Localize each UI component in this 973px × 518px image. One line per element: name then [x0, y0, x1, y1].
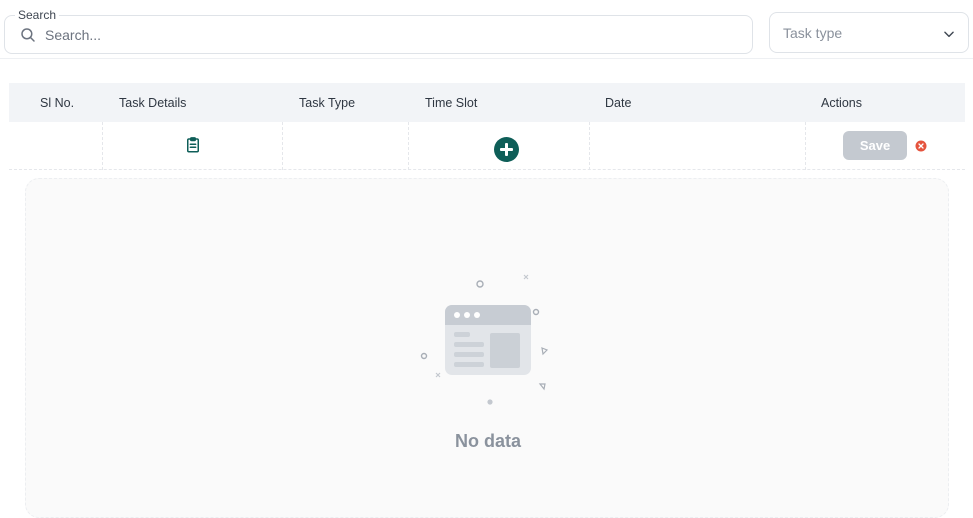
column-header-task-details: Task Details — [119, 96, 187, 110]
column-header-date: Date — [605, 96, 632, 110]
add-time-slot-button[interactable] — [494, 137, 519, 162]
cell-divider — [408, 122, 409, 170]
close-icon[interactable] — [915, 140, 927, 152]
cell-divider — [805, 122, 806, 170]
column-header-task-type: Task Type — [299, 96, 356, 110]
empty-illustration-icon — [420, 274, 549, 405]
save-button[interactable]: Save — [843, 131, 907, 160]
search-label: Search — [15, 8, 60, 22]
cell-divider — [589, 122, 590, 170]
column-header-sl-no: Sl No. — [40, 96, 75, 110]
task-type-label: Task type — [783, 25, 843, 41]
divider — [0, 58, 973, 59]
cell-divider — [282, 122, 283, 170]
column-header-actions: Actions — [821, 96, 862, 110]
table-row: Save — [9, 122, 965, 170]
search-field[interactable]: Search — [4, 8, 753, 54]
clipboard-icon[interactable] — [184, 136, 202, 154]
search-icon — [21, 28, 35, 42]
search-input[interactable] — [45, 24, 735, 46]
chevron-down-icon — [944, 31, 954, 38]
column-header-time-slot: Time Slot — [425, 96, 478, 110]
empty-state-message: No data — [454, 431, 521, 451]
cell-divider — [102, 122, 103, 170]
table-header: Sl No. Task Details Task Type Time Slot … — [9, 83, 965, 122]
empty-state: No data — [25, 178, 949, 518]
task-type-select[interactable]: Task type — [769, 12, 969, 53]
